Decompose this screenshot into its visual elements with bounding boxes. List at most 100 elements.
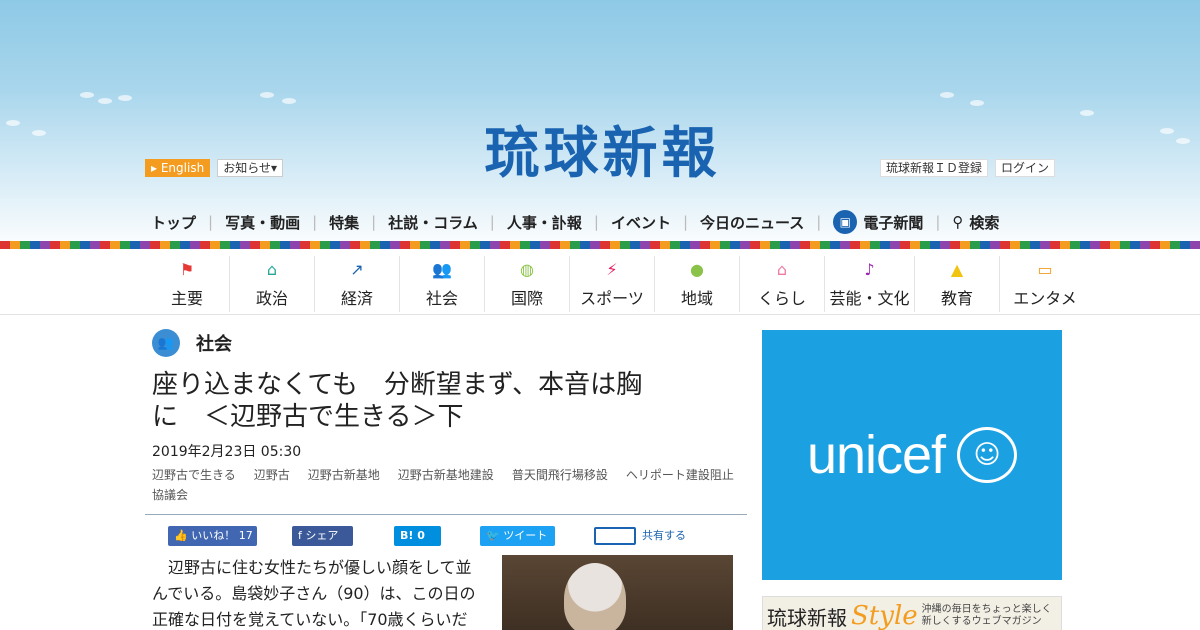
notice-dropdown[interactable]: お知らせ▾ bbox=[217, 159, 283, 177]
section-label[interactable]: 社会 bbox=[196, 330, 232, 356]
style-ad-name: 琉球新報 bbox=[767, 605, 847, 630]
sanshin-icon: ♪ bbox=[864, 260, 875, 279]
category-culture[interactable]: ♪ 芸能・文化 bbox=[825, 256, 915, 312]
decorative-pattern-strip bbox=[0, 241, 1200, 249]
style-ad-tagline: 沖縄の毎日をちょっと楽しく新しくするウェブマガジン bbox=[921, 604, 1052, 627]
digital-paper-icon: ▣ bbox=[833, 210, 858, 234]
site-header: ▸ English お知らせ▾ 琉球新報 琉球新報ＩＤ登録 ログイン トップ |… bbox=[0, 0, 1200, 245]
house-icon: ⌂ bbox=[776, 260, 788, 279]
tag-list: 辺野古で生きる 辺野古 辺野古新基地 辺野古新基地建設 普天間飛行場移設 ヘリポート建設阻… bbox=[152, 465, 744, 505]
nav-item-digital-paper[interactable]: ▣ 電子新聞 bbox=[827, 210, 929, 234]
category-economy[interactable]: ↗ 経済 bbox=[315, 256, 400, 312]
unicef-ad[interactable]: unicef ☺ bbox=[762, 330, 1062, 580]
category-education[interactable]: ▲ 教育 bbox=[915, 256, 1000, 312]
nav-item-digital-paper-label: 電子新聞 bbox=[863, 213, 924, 232]
category-nav: ⚑ 主要 ⌂ 政治 ↗ 経済 👥 社会 ◍ 国際 ⚡ スポーツ ● 地域 ⌂ くらし ♪ 芸能・文… bbox=[145, 256, 1090, 312]
login-button[interactable]: ログイン bbox=[994, 159, 1055, 177]
category-politics[interactable]: ⌂ 政治 bbox=[230, 256, 315, 312]
globe-icon: ◍ bbox=[520, 260, 534, 279]
like-label: いいね！ 17 bbox=[191, 529, 253, 542]
nav-item-todays-news[interactable]: 今日のニュース bbox=[694, 212, 810, 233]
category-label: エンタメ bbox=[1013, 289, 1077, 308]
english-button[interactable]: ▸ English bbox=[145, 159, 211, 177]
parliament-icon: ⌂ bbox=[266, 260, 278, 279]
people-icon: 👥 bbox=[432, 260, 452, 279]
tweet-button[interactable]: 🐦 ツイート bbox=[480, 526, 555, 546]
tweet-label: ツイート bbox=[503, 529, 548, 542]
article-title: 座り込まなくても 分断望まず、本音は胸 に ＜辺野古で生きる＞下 bbox=[152, 369, 712, 433]
category-main[interactable]: ⚑ 主要 bbox=[145, 256, 230, 312]
article-body: 辺野古に住む女性たちが優しい顔をして並んでいる。島袋妙子さん（90）は、この日の… bbox=[152, 558, 476, 629]
nav-item-features[interactable]: 特集 bbox=[323, 212, 365, 233]
style-ad-word: Style bbox=[851, 601, 918, 630]
category-label: 経済 bbox=[340, 289, 373, 308]
id-register-button[interactable]: 琉球新報ＩＤ登録 bbox=[879, 159, 988, 177]
tag-link[interactable]: 辺野古新基地建設 bbox=[398, 465, 494, 485]
nav-item-photo-video[interactable]: 写真・動画 bbox=[219, 212, 306, 233]
category-international[interactable]: ◍ 国際 bbox=[485, 256, 570, 312]
nav-separator: | bbox=[208, 213, 214, 231]
nav-separator: | bbox=[593, 213, 599, 231]
category-label: 芸能・文化 bbox=[829, 289, 910, 308]
share-by-mail-button[interactable]: 共有する bbox=[588, 526, 692, 546]
nav-item-editorial[interactable]: 社説・コラム bbox=[382, 212, 484, 233]
tv-icon: ▭ bbox=[1037, 260, 1053, 279]
share-bar: 👍 いいね！ 17 f シェア B! 0 🐦 ツイート 共有する bbox=[168, 526, 708, 548]
category-living[interactable]: ⌂ くらし bbox=[740, 256, 825, 312]
people-icon: 👥 bbox=[152, 329, 180, 357]
english-label: English bbox=[160, 161, 205, 175]
category-sports[interactable]: ⚡ スポーツ bbox=[570, 256, 655, 312]
article-date: 2019年2月23日 05:30 bbox=[152, 444, 302, 460]
graduation-cap-icon: ▲ bbox=[950, 260, 964, 279]
nav-separator: | bbox=[489, 213, 495, 231]
site-logo[interactable]: 琉球新報 bbox=[450, 122, 755, 184]
category-label: 主要 bbox=[170, 289, 203, 308]
runner-icon: ⚡ bbox=[606, 260, 618, 279]
chart-line-icon: ↗ bbox=[350, 260, 364, 279]
nav-separator: | bbox=[371, 213, 377, 231]
category-label: スポーツ bbox=[580, 289, 644, 308]
nav-separator: | bbox=[312, 213, 318, 231]
share-label: 共有する bbox=[642, 529, 686, 542]
nav-item-search[interactable]: ⚲ 検索 bbox=[946, 212, 1005, 233]
article-photo[interactable] bbox=[502, 555, 733, 630]
facebook-like-button[interactable]: 👍 いいね！ 17 bbox=[168, 526, 257, 546]
divider bbox=[0, 314, 1200, 315]
tag-link[interactable]: 辺野古で生きる bbox=[152, 465, 236, 485]
section-heading: 👥 社会 bbox=[152, 329, 232, 357]
divider bbox=[145, 514, 747, 515]
flag-icon: ⚑ bbox=[179, 260, 195, 279]
nav-item-top[interactable]: トップ bbox=[145, 212, 202, 233]
nav-item-search-label: 検索 bbox=[969, 213, 1000, 232]
nav-separator: | bbox=[816, 213, 822, 231]
utility-right: 琉球新報ＩＤ登録 ログイン bbox=[879, 159, 1055, 177]
utility-left: ▸ English お知らせ▾ bbox=[145, 159, 283, 177]
category-label: 社会 bbox=[425, 289, 458, 308]
category-label: 地域 bbox=[680, 289, 713, 308]
unicef-emblem-icon: ☺ bbox=[957, 427, 1018, 483]
tag-link[interactable]: 辺野古 bbox=[254, 465, 290, 485]
tag-link[interactable]: 普天間飛行場移設 bbox=[512, 465, 608, 485]
category-label: 国際 bbox=[510, 289, 543, 308]
map-pin-icon: ● bbox=[690, 260, 704, 279]
mail-icon bbox=[594, 527, 636, 545]
category-society[interactable]: 👥 社会 bbox=[400, 256, 485, 312]
search-icon: ⚲ bbox=[952, 213, 964, 231]
category-region[interactable]: ● 地域 bbox=[655, 256, 740, 312]
category-label: 教育 bbox=[940, 289, 973, 308]
unicef-logo-text: unicef bbox=[806, 425, 946, 485]
nav-separator: | bbox=[935, 213, 941, 231]
tag-link[interactable]: 辺野古新基地 bbox=[308, 465, 380, 485]
nav-item-personnel[interactable]: 人事・訃報 bbox=[501, 212, 588, 233]
facebook-share-button[interactable]: f シェア bbox=[292, 526, 353, 546]
nav-item-events[interactable]: イベント bbox=[605, 212, 677, 233]
category-label: くらし bbox=[757, 289, 806, 308]
article-title-line: 座り込まなくても 分断望まず、本音は胸 bbox=[152, 370, 643, 400]
fb-share-label: シェア bbox=[305, 529, 339, 542]
hatena-bookmark-button[interactable]: B! 0 bbox=[394, 526, 441, 546]
ryukyu-style-ad[interactable]: 琉球新報 Style 沖縄の毎日をちょっと楽しく新しくするウェブマガジン bbox=[762, 596, 1062, 630]
photo-subject bbox=[564, 563, 626, 630]
category-entertainment[interactable]: ▭ エンタメ bbox=[1000, 256, 1090, 312]
nav-separator: | bbox=[682, 213, 689, 231]
category-label: 政治 bbox=[255, 289, 288, 308]
